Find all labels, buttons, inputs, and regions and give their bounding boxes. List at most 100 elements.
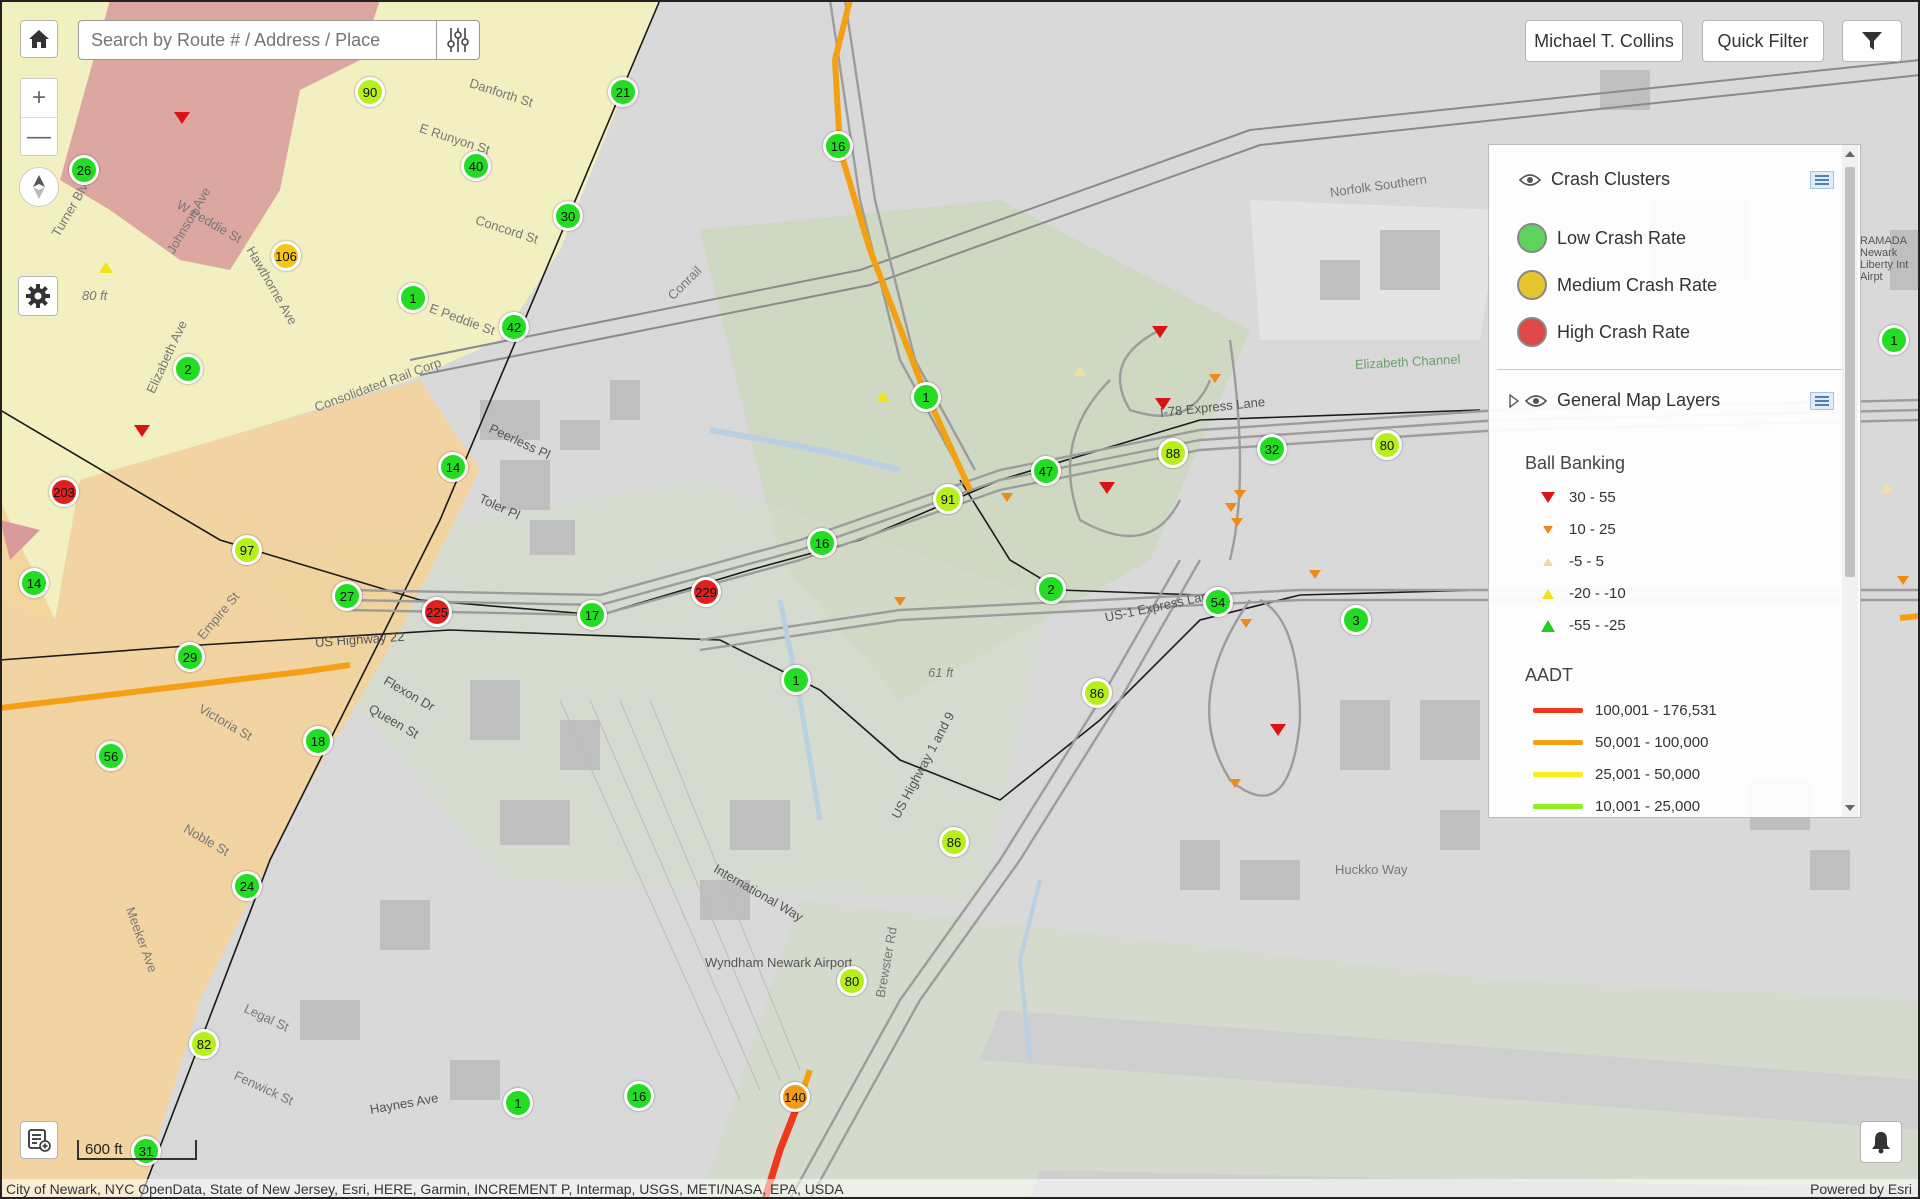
results-list-button[interactable] (20, 1121, 58, 1159)
crash-cluster-marker[interactable]: 86 (1082, 678, 1112, 708)
ball-banking-marker[interactable] (1231, 518, 1243, 527)
crash-cluster-marker[interactable]: 86 (939, 827, 969, 857)
list-add-icon (28, 1129, 51, 1152)
crash-cluster-marker[interactable]: 140 (780, 1082, 810, 1112)
ball-banking-marker[interactable] (99, 262, 113, 273)
crash-cluster-marker[interactable]: 27 (332, 581, 362, 611)
ball-banking-marker[interactable] (1881, 483, 1893, 493)
search-options-button[interactable] (436, 21, 479, 59)
crash-cluster-marker[interactable]: 225 (422, 597, 452, 627)
legend-row-label: 25,001 - 50,000 (1595, 766, 1701, 783)
ball-banking-marker[interactable] (1309, 570, 1321, 579)
gear-icon (26, 284, 50, 308)
crash-cluster-marker[interactable]: 42 (499, 312, 529, 342)
legend-item-label: High Crash Rate (1557, 321, 1691, 342)
legend-row-aadt: 25,001 - 50,000 (1533, 766, 1700, 783)
crash-cluster-marker[interactable]: 1 (503, 1088, 533, 1118)
ball-banking-marker[interactable] (1152, 326, 1168, 338)
crash-cluster-marker[interactable]: 29 (175, 642, 205, 672)
crash-cluster-marker[interactable]: 18 (303, 726, 333, 756)
ball-banking-marker[interactable] (134, 425, 150, 437)
ball-banking-marker[interactable] (894, 597, 906, 606)
quick-filter-button[interactable]: Quick Filter (1702, 20, 1824, 62)
crash-cluster-marker[interactable]: 1 (781, 665, 811, 695)
general-layers-header[interactable]: General Map Layers (1499, 390, 1844, 411)
crash-cluster-marker[interactable]: 97 (232, 535, 262, 565)
crash-cluster-marker[interactable]: 106 (271, 241, 301, 271)
notifications-button[interactable] (1860, 1121, 1902, 1163)
crash-cluster-marker[interactable]: 1 (1879, 325, 1909, 355)
crash-cluster-marker[interactable]: 3 (1341, 605, 1371, 635)
ball-banking-marker[interactable] (1099, 482, 1115, 494)
ball-banking-marker[interactable] (1270, 724, 1286, 736)
ball-banking-marker[interactable] (1155, 398, 1171, 410)
legend-scrollbar[interactable] (1842, 145, 1858, 817)
ball-banking-marker[interactable] (1897, 576, 1909, 585)
legend-row-aadt: 10,001 - 25,000 (1533, 798, 1700, 815)
crash-cluster-marker[interactable]: 17 (577, 600, 607, 630)
crash-cluster-marker[interactable]: 26 (69, 155, 99, 185)
crash-cluster-marker[interactable]: 14 (438, 452, 468, 482)
crash-cluster-marker[interactable]: 203 (49, 477, 79, 507)
scroll-thumb[interactable] (1845, 167, 1855, 577)
crash-cluster-marker[interactable]: 40 (461, 151, 491, 181)
crash-cluster-marker[interactable]: 229 (691, 577, 721, 607)
crash-cluster-marker[interactable]: 30 (553, 201, 583, 231)
crash-cluster-marker[interactable]: 32 (1257, 434, 1287, 464)
crash-cluster-marker[interactable]: 82 (189, 1029, 219, 1059)
attribution-text: City of Newark, NYC OpenData, State of N… (6, 1181, 844, 1197)
crash-clusters-layer-header[interactable]: Crash Clusters (1499, 169, 1844, 190)
ball-banking-marker[interactable] (1229, 779, 1241, 788)
crash-cluster-marker[interactable]: 16 (807, 528, 837, 558)
crash-cluster-marker[interactable]: 91 (933, 484, 963, 514)
general-layers-title: General Map Layers (1557, 390, 1721, 410)
crash-cluster-marker[interactable]: 1 (911, 382, 941, 412)
crash-cluster-marker[interactable]: 2 (173, 354, 203, 384)
crash-cluster-marker[interactable]: 47 (1031, 456, 1061, 486)
crash-cluster-marker[interactable]: 88 (1158, 438, 1188, 468)
crash-cluster-marker[interactable]: 90 (355, 77, 385, 107)
home-button[interactable] (20, 20, 58, 58)
ball-banking-marker[interactable] (1225, 503, 1237, 512)
zoom-in-button[interactable]: + (21, 79, 57, 117)
scroll-up-icon[interactable] (1845, 151, 1855, 157)
scroll-down-icon[interactable] (1845, 805, 1855, 811)
crash-cluster-marker[interactable]: 21 (608, 77, 638, 107)
crash-cluster-marker[interactable]: 24 (232, 871, 262, 901)
ball-banking-marker[interactable] (1074, 366, 1086, 376)
crash-cluster-marker[interactable]: 80 (837, 966, 867, 996)
expand-triangle-icon[interactable] (1509, 393, 1519, 408)
crash-cluster-marker[interactable]: 14 (19, 568, 49, 598)
ball-banking-marker[interactable] (1209, 374, 1221, 383)
crash-cluster-marker[interactable]: 80 (1372, 430, 1402, 460)
eye-icon[interactable] (1525, 394, 1547, 408)
eye-icon[interactable] (1519, 173, 1541, 187)
ball-banking-marker[interactable] (1234, 490, 1246, 499)
ball-banking-title: Ball Banking (1525, 453, 1626, 473)
ball-banking-marker[interactable] (174, 112, 190, 124)
filter-button[interactable] (1842, 20, 1902, 62)
crash-cluster-marker[interactable]: 1 (398, 283, 428, 313)
general-layers-menu-button[interactable] (1810, 392, 1834, 410)
crash-cluster-marker[interactable]: 16 (823, 131, 853, 161)
crash-cluster-marker[interactable]: 56 (96, 741, 126, 771)
user-name-button[interactable]: Michael T. Collins (1525, 20, 1683, 62)
crash-cluster-marker[interactable]: 16 (624, 1081, 654, 1111)
ball-banking-marker[interactable] (1240, 619, 1252, 628)
legend-row-ball-banking: -20 - -10 (1533, 585, 1626, 602)
attribution-bar: City of Newark, NYC OpenData, State of N… (0, 1179, 1920, 1199)
settings-button[interactable] (18, 276, 58, 316)
high-crash-swatch (1517, 317, 1547, 347)
search-input[interactable] (89, 29, 453, 52)
compass-button[interactable] (19, 167, 59, 207)
low-crash-swatch (1517, 223, 1547, 253)
ball-banking-marker[interactable] (876, 391, 890, 402)
crash-cluster-marker[interactable]: 54 (1203, 587, 1233, 617)
zoom-out-button[interactable]: — (21, 117, 57, 156)
powered-by-text[interactable]: Powered by Esri (1810, 1181, 1912, 1197)
up-triangle-icon (1543, 557, 1553, 566)
crash-clusters-menu-button[interactable] (1810, 171, 1834, 189)
crash-cluster-marker[interactable]: 2 (1036, 574, 1066, 604)
sliders-icon (447, 28, 469, 52)
ball-banking-marker[interactable] (1001, 493, 1013, 502)
